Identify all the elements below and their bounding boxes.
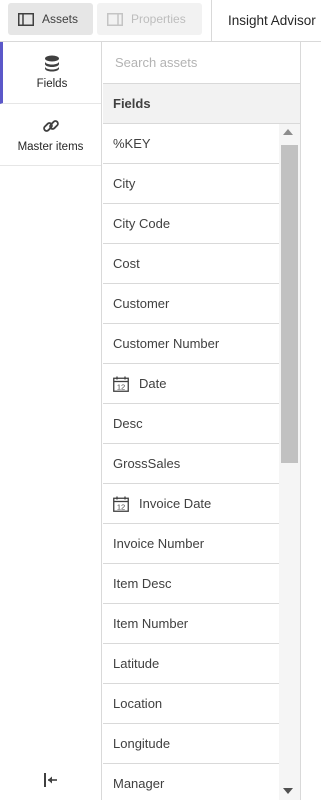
properties-tab-label: Properties [131,12,186,26]
field-label: Item Desc [113,576,172,591]
collapse-left-icon[interactable] [42,770,60,790]
field-list-item[interactable]: Item Number [103,604,279,644]
panel-icon [18,12,34,26]
calendar-icon: 12 [113,496,129,512]
field-list-item[interactable]: Customer [103,284,279,324]
top-toolbar: Assets Properties Insight Advisor [0,0,321,42]
fields-section-header: Fields [103,84,300,124]
database-icon [45,55,59,72]
field-list-item[interactable]: Customer Number [103,324,279,364]
search-input[interactable] [103,42,300,84]
scroll-down-arrow-icon[interactable] [283,788,293,794]
sidebar: Fields Master items [0,42,102,800]
field-label: Cost [113,256,140,271]
field-label: Longitude [113,736,171,751]
field-label: Location [113,696,163,711]
field-list-item[interactable]: GrossSales [103,444,279,484]
field-list-item[interactable]: Latitude [103,644,279,684]
field-label: Invoice Number [113,536,205,551]
field-list-item[interactable]: Longitude [103,724,279,764]
panel-icon [107,12,123,26]
field-list-item[interactable]: 12 Date [103,364,279,404]
field-list-item[interactable]: Manager [103,764,279,800]
field-list-item[interactable]: Desc [103,404,279,444]
sidebar-item-label: Master items [17,140,84,153]
field-list-item[interactable]: City Code [103,204,279,244]
field-list: %KEY City City Code Cost Customer Customer Nu… [103,124,279,800]
field-label: City Code [113,216,171,231]
assets-tab-label: Assets [42,12,79,26]
scroll-up-arrow-icon[interactable] [283,129,293,135]
link-icon [42,119,59,132]
field-list-item[interactable]: Location [103,684,279,724]
field-label: Customer Number [113,336,220,351]
insight-advisor-button[interactable]: Insight Advisor [228,0,316,40]
field-label: GrossSales [113,456,181,471]
field-label: City [113,176,136,191]
field-list-item[interactable]: City [103,164,279,204]
field-label: Item Number [113,616,189,631]
sidebar-item-master-items[interactable]: Master items [0,104,101,166]
svg-text:12: 12 [117,382,125,391]
field-label: Manager [113,776,165,791]
field-list-item[interactable]: Invoice Number [103,524,279,564]
field-list-item[interactable]: 12 Invoice Date [103,484,279,524]
scrollbar-thumb[interactable] [281,145,298,463]
properties-tab-button[interactable]: Properties [97,3,202,35]
field-label: Desc [113,416,143,431]
calendar-icon: 12 [113,376,129,392]
panel-divider [300,42,301,800]
field-label: %KEY [113,136,151,151]
field-list-item[interactable]: Item Desc [103,564,279,604]
field-label: Invoice Date [139,496,212,511]
field-list-item[interactable]: %KEY [103,124,279,164]
field-label: Date [139,376,167,391]
toolbar-divider [211,0,212,42]
field-label: Customer [113,296,170,311]
field-list-item[interactable]: Cost [103,244,279,284]
field-label: Latitude [113,656,160,671]
svg-text:12: 12 [117,502,125,511]
assets-tab-button[interactable]: Assets [8,3,93,35]
sidebar-item-fields[interactable]: Fields [0,42,101,104]
sidebar-item-label: Fields [36,78,68,90]
